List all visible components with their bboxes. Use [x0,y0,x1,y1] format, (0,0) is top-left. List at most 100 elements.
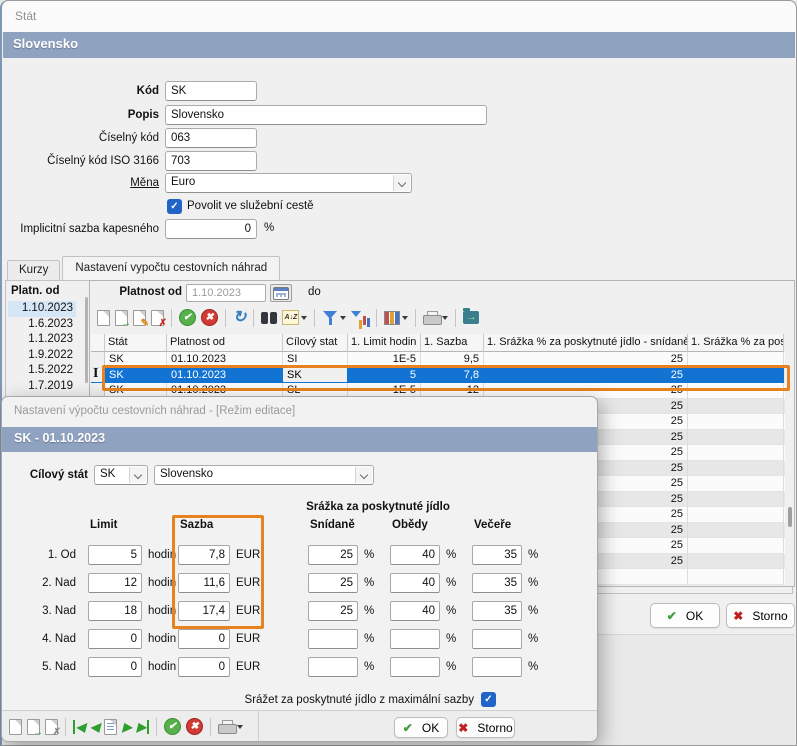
target-name-select[interactable]: Slovensko [154,465,374,485]
validity-item[interactable]: 1.9.2022 [8,348,76,364]
column-header[interactable]: Cílový stat [283,334,348,352]
validity-item[interactable]: 1.5.2022 [8,363,76,379]
lunch-input[interactable]: 40 [390,573,440,593]
cancel-button[interactable]: ✖ [185,717,204,736]
platnost-od-input[interactable]: 1.10.2023 [186,284,266,302]
calendar-button[interactable] [270,284,292,302]
dinner-input[interactable]: 35 [472,573,522,593]
allow-trip-checkbox[interactable]: ✓ [167,199,182,214]
breakfast-input[interactable] [308,629,358,649]
dialog-storno-button[interactable]: ✖ Storno [456,717,515,738]
lunch-input[interactable] [390,657,440,677]
rate-input[interactable]: 17,4 [178,601,230,621]
validity-scrollbar[interactable] [85,297,88,383]
columns-button[interactable] [383,310,409,326]
breakfast-input[interactable]: 25 [308,545,358,565]
print-icon [423,311,440,325]
row-label: 2. Nad [2,573,76,593]
target-code-dropdown-button[interactable] [129,467,146,483]
limit-input[interactable]: 12 [88,573,142,593]
ciselny-kod-input[interactable]: 063 [165,128,257,148]
grid-scrollbar[interactable] [788,507,792,527]
validity-item[interactable]: 1.6.2023 [8,317,76,333]
new-record-button[interactable] [96,309,111,327]
target-code-select[interactable]: SK [94,465,148,485]
record-list-button[interactable] [103,718,118,736]
storno-button[interactable]: ✖ Storno [726,603,795,628]
column-header[interactable]: 1. Sazba [421,334,484,352]
table-row[interactable]: SK01.10.2023SI1E-59,525 [91,352,785,368]
iso-kod-input[interactable]: 703 [165,151,257,171]
validity-item[interactable]: 1.1.2023 [8,332,76,348]
copy-record-button[interactable]: → [26,718,41,736]
lunch-input[interactable] [390,629,440,649]
breakfast-input[interactable]: 25 [308,573,358,593]
column-header[interactable]: 1. Srážka % za poskytnuté jídlo - snídan… [484,334,688,352]
sort-button[interactable]: A↓Z [281,309,308,326]
dialog-toolbar: → ✗ ◀ ◀ ▶ ▶ ✔ ✖ [4,714,248,739]
copy-record-button[interactable]: → [114,309,129,327]
breakfast-input[interactable] [308,657,358,677]
refresh-button[interactable]: ↻ [232,309,247,327]
print-button[interactable] [217,719,244,735]
tab-kurzy[interactable]: Kurzy [7,260,60,280]
popis-row: Popis Slovensko [2,105,796,125]
limit-input[interactable]: 5 [88,545,142,565]
delete-record-button[interactable]: ✗ [150,309,165,327]
breakfast-input[interactable]: 25 [308,601,358,621]
validity-item[interactable]: 1.10.2023 [8,301,76,317]
filter-chart-button[interactable] [350,309,370,327]
confirm-button[interactable]: ✔ [163,717,182,736]
currency-select[interactable]: Euro [165,173,412,193]
row-label: 5. Nad [2,657,76,677]
confirm-button[interactable]: ✔ [178,308,197,327]
max-rate-checkbox[interactable]: ✓ [481,692,496,707]
kapesne-input[interactable]: 0 [165,219,257,239]
export-button[interactable]: → [462,310,480,325]
column-header[interactable]: Platnost od [167,334,283,352]
dinner-input[interactable] [472,629,522,649]
table-row[interactable]: SK01.10.2023SK57,825 [91,368,785,384]
new-record-button[interactable] [8,718,23,736]
lunch-input[interactable]: 40 [390,601,440,621]
popis-input[interactable]: Slovensko [165,105,487,125]
copy-icon: → [27,719,40,735]
print-button[interactable] [422,310,449,326]
nav-last-icon: ▶ [137,720,149,734]
first-record-button[interactable]: ◀ [72,719,86,735]
ciselny-kod-row: Číselný kód 063 [2,128,796,148]
rate-input[interactable]: 11,6 [178,573,230,593]
target-name-dropdown-button[interactable] [355,467,372,483]
last-record-button[interactable]: ▶ [136,719,150,735]
limit-input[interactable]: 18 [88,601,142,621]
validity-item[interactable]: 1.7.2019 [8,379,76,395]
ok-button[interactable]: ✔ OK [650,603,720,628]
dinner-input[interactable]: 35 [472,545,522,565]
mena-row: Měna Euro [2,173,796,193]
cancel-button[interactable]: ✖ [200,308,219,327]
tab-nastaveni-nahrad[interactable]: Nastavení vypočtu cestovních náhrad [62,256,280,280]
rate-input[interactable]: 7,8 [178,545,230,565]
column-header[interactable]: 1. Limit hodin [348,334,421,352]
rate-input[interactable]: 0 [178,657,230,677]
column-header[interactable]: 1. Srážka % za pos [688,334,784,352]
dinner-input[interactable]: 35 [472,601,522,621]
dinner-input[interactable] [472,657,522,677]
search-button[interactable] [260,311,278,325]
limit-input[interactable]: 0 [88,629,142,649]
vecere-header: Večeře [472,519,522,531]
dialog-ok-button[interactable]: ✔ OK [394,717,448,738]
edit-record-button[interactable]: ✎ [132,309,147,327]
kod-input[interactable]: SK [165,81,257,101]
column-header[interactable]: Stát [105,334,167,352]
previous-record-button[interactable]: ◀ [89,719,100,735]
max-rate-checkbox-label: Srážet za poskytnuté jídlo z maximální s… [122,694,474,706]
lunch-input[interactable]: 40 [390,545,440,565]
obedy-header: Obědy [390,519,440,531]
currency-dropdown-button[interactable] [393,175,410,191]
next-record-button[interactable]: ▶ [121,719,132,735]
limit-input[interactable]: 0 [88,657,142,677]
filter-button[interactable] [321,309,347,327]
rate-input[interactable]: 0 [178,629,230,649]
delete-record-button[interactable]: ✗ [44,718,59,736]
